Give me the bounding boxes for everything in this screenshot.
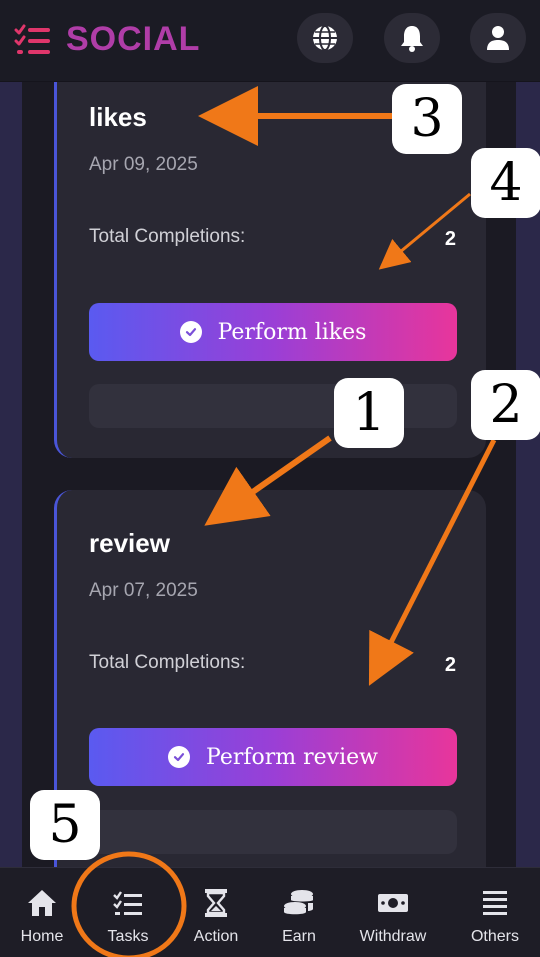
- nav-item-action[interactable]: Action: [184, 868, 248, 957]
- tasks-icon: [113, 891, 142, 915]
- checklist-logo-icon: [14, 24, 50, 54]
- app-title: SOCIAL: [66, 20, 201, 58]
- profile-button[interactable]: [470, 13, 526, 63]
- annotation-number-5: 5: [30, 790, 100, 860]
- completions-count: 2: [444, 228, 456, 250]
- left-gutter: [0, 82, 22, 867]
- perform-button-label: Perform likes: [217, 319, 367, 345]
- nav-item-earn[interactable]: Earn: [268, 868, 330, 957]
- nav-label: Home: [20, 928, 64, 945]
- annotation-number-1: 1: [334, 378, 404, 448]
- completions-label: Total Completions:: [89, 652, 246, 673]
- coins-icon: [284, 890, 313, 915]
- task-card-review: review Apr 07, 2025 Total Completions: 2…: [54, 490, 486, 890]
- perform-review-button[interactable]: Perform review: [89, 728, 457, 786]
- completions-count: 2: [444, 654, 456, 676]
- annotation-number-3: 3: [392, 84, 462, 154]
- nav-label: Withdraw: [359, 928, 427, 945]
- nav-item-others[interactable]: Others: [462, 868, 528, 957]
- app-logo[interactable]: SOCIAL: [14, 20, 200, 59]
- completions-label: Total Completions:: [89, 226, 246, 247]
- task-title: likes: [89, 102, 147, 132]
- nav-label: Earn: [282, 928, 316, 945]
- globe-icon: [313, 25, 337, 51]
- nav-item-home[interactable]: Home: [10, 868, 74, 957]
- check-circle-icon: [168, 746, 191, 768]
- perform-button-label: Perform review: [206, 744, 378, 770]
- bell-icon: [401, 26, 423, 52]
- annotation-number-2: 2: [471, 370, 540, 440]
- menu-icon: [483, 891, 507, 915]
- home-icon: [28, 890, 56, 916]
- notifications-button[interactable]: [384, 13, 440, 63]
- bottom-nav: Home Tasks Action Earn Withdraw Others: [0, 867, 540, 957]
- language-button[interactable]: [297, 13, 353, 63]
- task-date: Apr 07, 2025: [89, 580, 198, 601]
- money-icon: [378, 894, 408, 912]
- nav-label: Tasks: [107, 928, 149, 945]
- task-title: review: [89, 528, 170, 558]
- hourglass-icon: [205, 889, 227, 917]
- task-date: Apr 09, 2025: [89, 154, 198, 175]
- nav-label: Others: [470, 928, 519, 945]
- annotation-number-4: 4: [471, 148, 540, 218]
- user-icon: [487, 26, 509, 50]
- nav-label: Action: [193, 928, 239, 945]
- task-extra-bar: [89, 810, 457, 854]
- nav-item-tasks[interactable]: Tasks: [96, 868, 160, 957]
- check-circle-icon: [179, 321, 202, 343]
- app-header: SOCIAL: [0, 0, 540, 82]
- nav-item-withdraw[interactable]: Withdraw: [352, 868, 434, 957]
- perform-likes-button[interactable]: Perform likes: [89, 303, 457, 361]
